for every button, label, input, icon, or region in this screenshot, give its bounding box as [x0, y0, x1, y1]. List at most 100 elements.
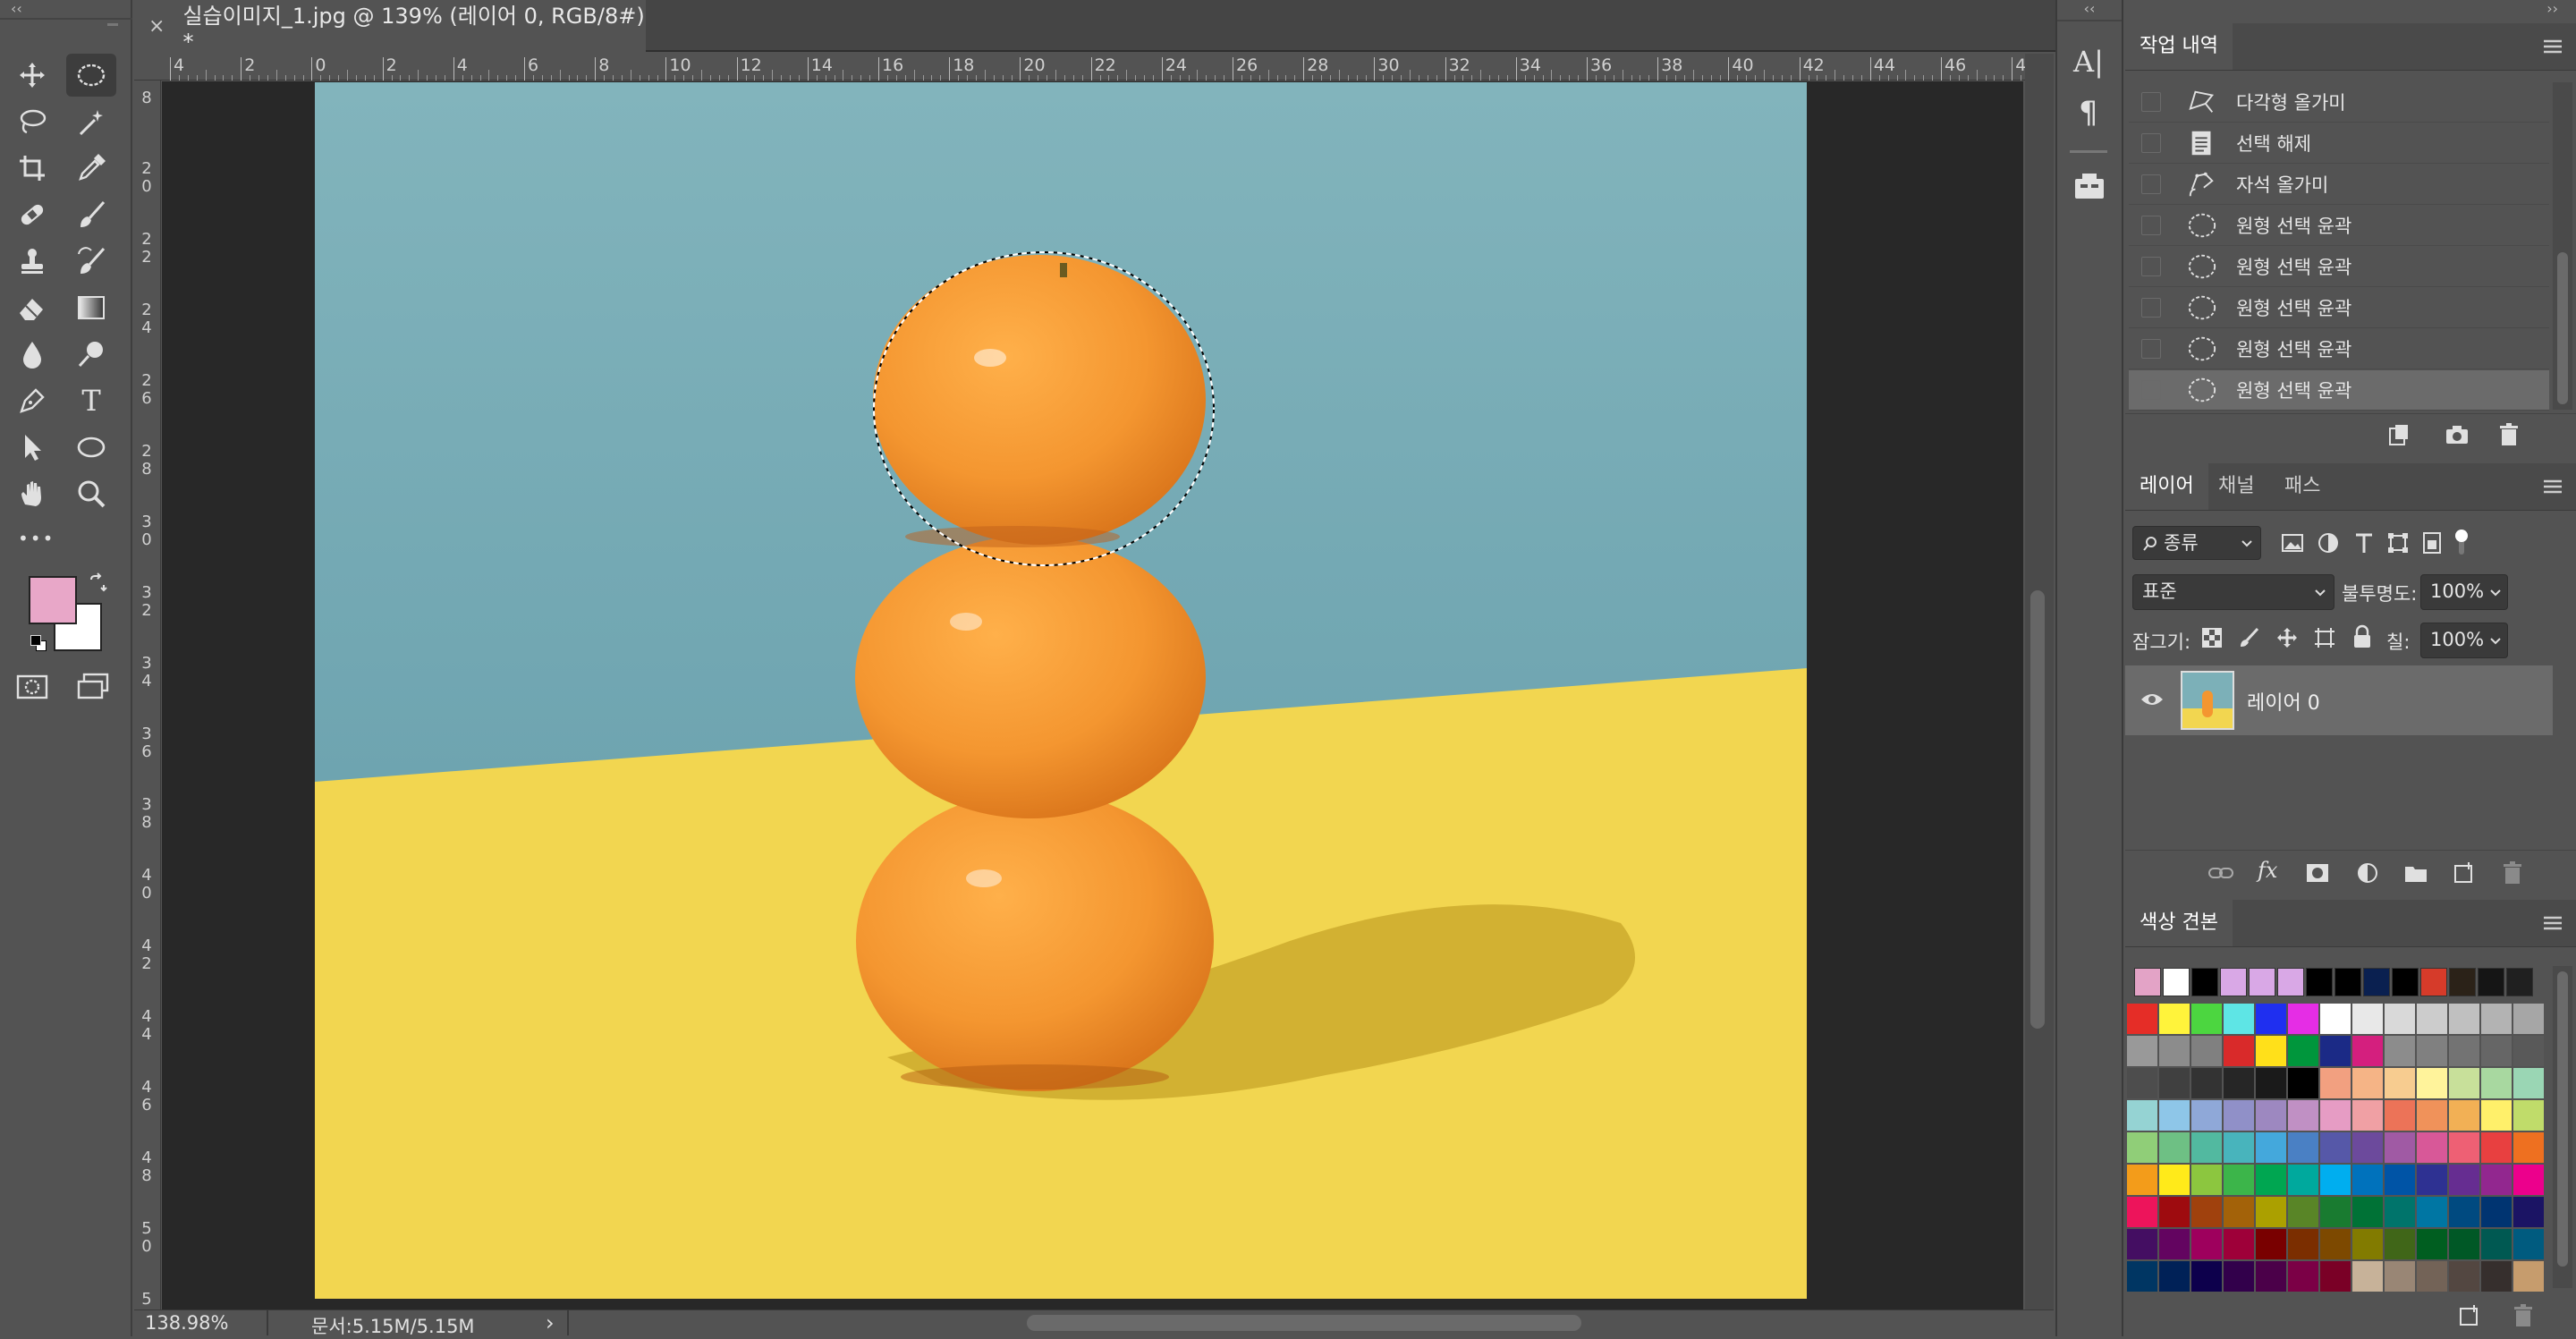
color-swatch[interactable] [2224, 1197, 2254, 1227]
tab-swatches[interactable]: 색상 견본 [2125, 900, 2233, 946]
color-swatch[interactable] [2256, 1100, 2286, 1131]
history-snapshot-checkbox[interactable] [2141, 380, 2161, 400]
recent-swatch[interactable] [2392, 968, 2419, 996]
color-swatch[interactable] [2513, 1165, 2544, 1195]
color-swatch[interactable] [2449, 1229, 2479, 1259]
color-swatch[interactable] [2288, 1261, 2318, 1292]
color-swatch[interactable] [2159, 1229, 2190, 1259]
color-swatch[interactable] [2417, 1100, 2447, 1131]
recent-swatch[interactable] [2334, 968, 2361, 996]
recent-swatch[interactable] [2363, 968, 2390, 996]
color-swatch[interactable] [2127, 1261, 2157, 1292]
color-swatch[interactable] [2256, 1004, 2286, 1034]
filter-toggle[interactable] [2454, 530, 2469, 558]
color-swatch[interactable] [2159, 1197, 2190, 1227]
color-swatch[interactable] [2481, 1036, 2512, 1066]
delete-swatch-icon[interactable] [2510, 1302, 2537, 1329]
color-swatch[interactable] [2288, 1004, 2318, 1034]
crop-tool[interactable] [7, 147, 57, 190]
foreground-color-swatch[interactable] [29, 576, 77, 624]
color-swatch[interactable] [2224, 1068, 2254, 1098]
new-adjustment-layer-icon[interactable] [2354, 860, 2381, 886]
color-swatch[interactable] [2417, 1197, 2447, 1227]
color-swatch[interactable] [2256, 1229, 2286, 1259]
color-swatch[interactable] [2481, 1132, 2512, 1163]
swatches-panel-menu-icon[interactable] [2542, 914, 2563, 932]
zoom-tool[interactable] [66, 472, 116, 515]
hand-tool[interactable] [7, 472, 57, 515]
color-swatch[interactable] [2191, 1132, 2222, 1163]
color-swatch[interactable] [2256, 1132, 2286, 1163]
color-swatch[interactable] [2256, 1068, 2286, 1098]
color-swatch[interactable] [2224, 1261, 2254, 1292]
history-brush-tool[interactable] [66, 240, 116, 283]
recent-swatch[interactable] [2191, 968, 2218, 996]
history-snapshot-checkbox[interactable] [2141, 92, 2161, 112]
color-swatch[interactable] [2449, 1004, 2479, 1034]
tab-paths[interactable]: 패스 [2270, 463, 2334, 510]
color-swatch[interactable] [2288, 1036, 2318, 1066]
color-swatch[interactable] [2191, 1261, 2222, 1292]
brush-tool[interactable] [66, 193, 116, 236]
color-swatch[interactable] [2288, 1197, 2318, 1227]
vertical-scrollbar[interactable] [2025, 54, 2054, 1309]
history-snapshot-checkbox[interactable] [2141, 339, 2161, 359]
new-document-from-state-icon[interactable] [2385, 421, 2411, 448]
color-swatch[interactable] [2481, 1229, 2512, 1259]
new-layer-icon[interactable] [2451, 860, 2478, 886]
color-swatch[interactable] [2449, 1036, 2479, 1066]
color-swatch[interactable] [2513, 1100, 2544, 1131]
history-item[interactable]: 선택 해제 [2129, 123, 2549, 164]
history-scrollbar[interactable] [2553, 82, 2572, 410]
color-swatch[interactable] [2385, 1229, 2415, 1259]
color-swatch[interactable] [2288, 1229, 2318, 1259]
tab-history[interactable]: 작업 내역 [2125, 23, 2233, 70]
color-swatch[interactable] [2449, 1132, 2479, 1163]
magic-wand-tool[interactable] [66, 100, 116, 143]
color-swatch[interactable] [2159, 1100, 2190, 1131]
history-item[interactable]: 원형 선택 윤곽 [2129, 370, 2549, 411]
color-swatch[interactable] [2449, 1100, 2479, 1131]
color-swatch[interactable] [2127, 1132, 2157, 1163]
add-mask-icon[interactable] [2304, 860, 2331, 886]
delete-layer-icon[interactable] [2499, 860, 2526, 886]
color-swatch[interactable] [2159, 1261, 2190, 1292]
color-swatch[interactable] [2385, 1036, 2415, 1066]
history-scroll-thumb[interactable] [2557, 252, 2568, 404]
color-swatch[interactable] [2449, 1068, 2479, 1098]
color-swatch[interactable] [2191, 1165, 2222, 1195]
layer-row[interactable]: 레이어 0 [2125, 665, 2553, 735]
color-swatch[interactable] [2224, 1004, 2254, 1034]
color-swatch[interactable] [2481, 1197, 2512, 1227]
color-swatch[interactable] [2352, 1036, 2383, 1066]
vertical-scroll-thumb[interactable] [2030, 590, 2045, 1029]
expand-panels-icon[interactable]: ›› [2125, 0, 2576, 20]
filter-smart-object-icon[interactable] [2419, 530, 2445, 556]
history-snapshot-checkbox[interactable] [2141, 216, 2161, 235]
color-swatch[interactable] [2320, 1197, 2351, 1227]
history-snapshot-checkbox[interactable] [2141, 298, 2161, 318]
color-swatch[interactable] [2513, 1261, 2544, 1292]
color-swatch[interactable] [2417, 1068, 2447, 1098]
color-swatch[interactable] [2127, 1100, 2157, 1131]
link-layers-icon[interactable] [2207, 860, 2234, 886]
horizontal-scroll-thumb[interactable] [1027, 1315, 1581, 1331]
history-item[interactable]: 원형 선택 윤곽 [2129, 206, 2549, 246]
color-swatch[interactable] [2256, 1165, 2286, 1195]
paragraph-panel-icon[interactable]: ¶ [2079, 95, 2098, 131]
color-swatch[interactable] [2191, 1036, 2222, 1066]
color-swatch[interactable] [2352, 1197, 2383, 1227]
color-swatch[interactable] [2385, 1165, 2415, 1195]
recent-swatch[interactable] [2420, 968, 2447, 996]
new-group-folder-icon[interactable] [2402, 860, 2429, 886]
recent-swatch[interactable] [2220, 968, 2247, 996]
libraries-panel-icon[interactable] [2073, 170, 2106, 200]
color-swatch[interactable] [2224, 1165, 2254, 1195]
more-tools-icon[interactable]: ••• [18, 528, 55, 549]
color-swatch[interactable] [2481, 1068, 2512, 1098]
blend-mode-dropdown[interactable]: 표준 [2132, 574, 2334, 610]
healing-brush-tool[interactable] [7, 193, 57, 236]
ellipse-shape-tool[interactable] [66, 426, 116, 469]
lock-position-icon[interactable] [2275, 626, 2299, 649]
color-swatch[interactable] [2417, 1165, 2447, 1195]
